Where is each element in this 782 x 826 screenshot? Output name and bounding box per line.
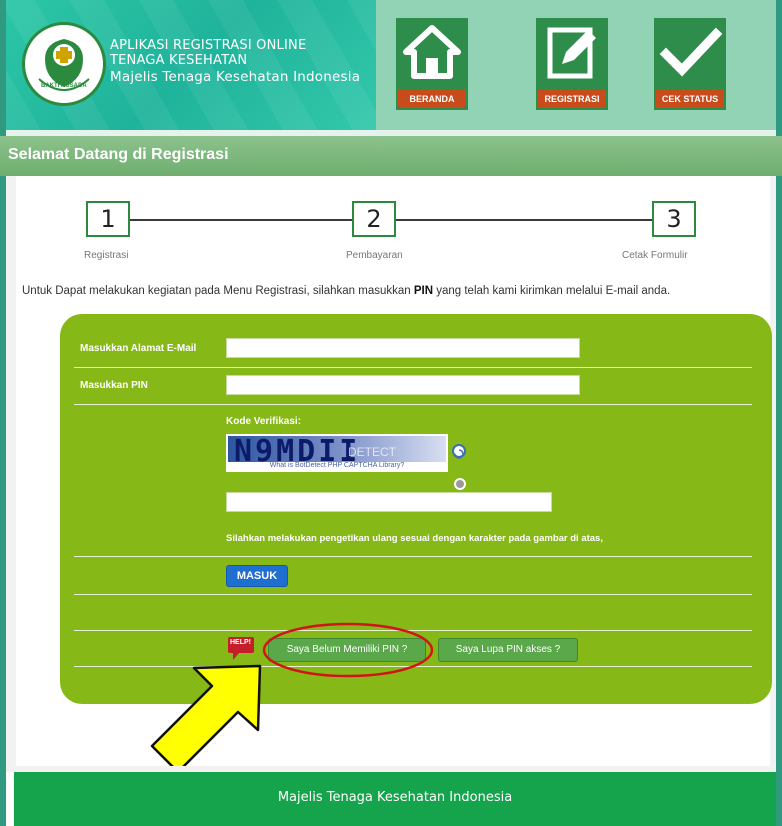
logo-text: BAKTI HUSADA (41, 83, 87, 89)
nav-registrasi-label: REGISTRASI (538, 90, 606, 108)
highlight-ellipse (260, 620, 440, 689)
check-icon (654, 18, 726, 88)
form-divider (74, 556, 752, 557)
app-title-line1: APLIKASI REGISTRASI ONLINE (110, 38, 307, 53)
verification-label: Kode Verifikasi: (226, 416, 302, 427)
app-title-line2: TENAGA KESEHATAN (110, 53, 248, 68)
form-divider (74, 594, 752, 595)
app-title: APLIKASI REGISTRASI ONLINE TENAGA KESEHA… (110, 38, 360, 85)
captcha-caption[interactable]: What is BotDetect PHP CAPTCHA Library? (226, 462, 448, 469)
masuk-button[interactable]: MASUK (226, 565, 288, 587)
step-3-label: Cetak Formulir (622, 250, 688, 261)
form-divider (74, 367, 752, 368)
refresh-captcha-icon[interactable] (452, 444, 466, 459)
help-icon[interactable]: HELP! (227, 636, 257, 660)
pin-field[interactable] (226, 375, 580, 395)
nav-cek-status-label: CEK STATUS (656, 90, 724, 108)
email-label: Masukkan Alamat E-Mail (80, 343, 197, 354)
page-frame-right (776, 0, 782, 826)
step-connector (130, 219, 352, 221)
verification-code-field[interactable] (226, 492, 552, 512)
captcha-image: N9MDII DETECT What is BotDetect PHP CAPT… (226, 434, 448, 472)
step-1-label: Registrasi (84, 250, 129, 261)
nav-registrasi-button[interactable]: REGISTRASI (536, 18, 608, 110)
captcha-watermark: DETECT (348, 445, 396, 459)
welcome-bar: Selamat Datang di Registrasi (0, 136, 782, 176)
sound-captcha-icon[interactable] (454, 478, 466, 490)
captcha-graphic: N9MDII DETECT (228, 434, 446, 469)
site-footer: Majelis Tenaga Kesehatan Indonesia (14, 772, 776, 826)
nav-cek-status-button[interactable]: CEK STATUS (654, 18, 726, 110)
step-connector (396, 219, 652, 221)
intro-after: yang telah kami kirimkan melalui E-mail … (433, 285, 671, 297)
step-2: 2 (352, 201, 396, 237)
step-1: 1 (86, 201, 130, 237)
form-divider (74, 404, 752, 405)
intro-before: Untuk Dapat melakukan kegiatan pada Menu… (22, 285, 414, 297)
nav-beranda-button[interactable]: BERANDA (396, 18, 468, 110)
welcome-title: Selamat Datang di Registrasi (8, 146, 229, 163)
step-2-label: Pembayaran (346, 250, 403, 261)
email-field[interactable] (226, 338, 580, 358)
step-3: 3 (652, 201, 696, 237)
home-icon (396, 18, 468, 88)
footer-text: Majelis Tenaga Kesehatan Indonesia (277, 790, 513, 805)
captcha-hint: Silahkan melakukan pengetikan ulang sesu… (226, 533, 603, 544)
pin-label: Masukkan PIN (80, 380, 148, 391)
bakti-husada-logo[interactable]: BAKTI HUSADA (22, 22, 106, 106)
site-header: BAKTI HUSADA APLIKASI REGISTRASI ONLINE … (6, 0, 776, 130)
help-label: HELP! (230, 639, 251, 646)
nav-beranda-label: BERANDA (398, 90, 466, 108)
app-subtitle: Majelis Tenaga Kesehatan Indonesia (110, 69, 361, 85)
intro-text: Untuk Dapat melakukan kegiatan pada Menu… (22, 285, 762, 297)
intro-pin: PIN (413, 285, 434, 297)
edit-icon (536, 18, 608, 88)
forgot-pin-button[interactable]: Saya Lupa PIN akses ? (438, 638, 578, 662)
